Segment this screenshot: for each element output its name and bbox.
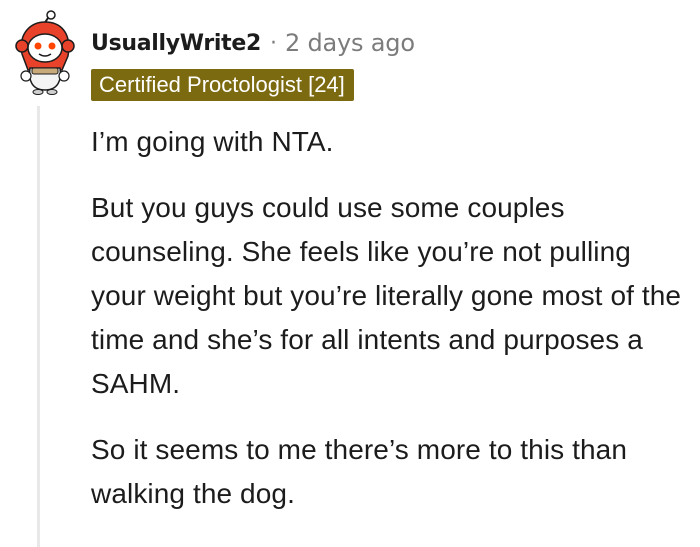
comment-meta: UsuallyWrite2 · 2 days ago [91,26,415,60]
comment-paragraph: But you guys could use some couples coun… [91,192,682,399]
thread-collapse-line[interactable] [37,106,40,547]
meta-separator: · [270,30,278,56]
comment-paragraph: I’m going with NTA. [91,126,334,157]
snoo-avatar-icon[interactable] [10,10,80,96]
user-flair-badge: Certified Proctologist [24] [91,69,354,101]
username-link[interactable]: UsuallyWrite2 [91,31,261,56]
comment-body: I’m going with NTA. But you guys could u… [91,120,691,516]
comment: UsuallyWrite2 · 2 days ago Certified Pro… [0,0,700,547]
comment-timestamp[interactable]: 2 days ago [285,29,415,57]
comment-paragraph: So it seems to me there’s more to this t… [91,434,628,509]
